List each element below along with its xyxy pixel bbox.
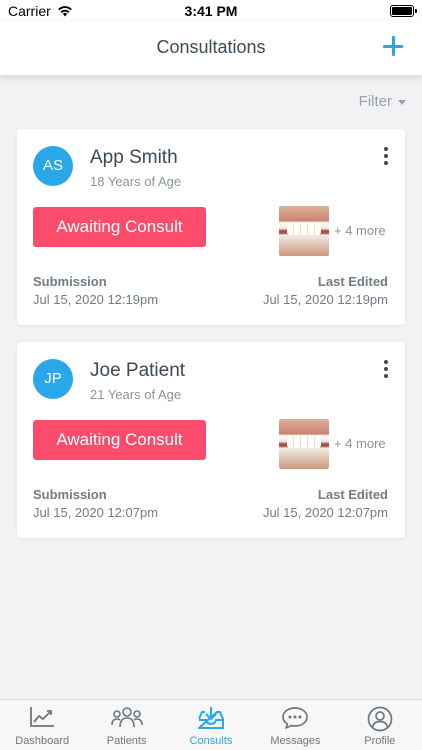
status-badge[interactable]: Awaiting Consult [33, 207, 206, 247]
patient-name: Joe Patient [90, 360, 186, 381]
tab-label: Dashboard [15, 735, 70, 747]
submission-label: Submission [33, 274, 107, 289]
consult-card[interactable]: JP Joe Patient 21 Years of Age Awaiting … [17, 342, 405, 538]
patient-age: 21 Years of Age [90, 387, 182, 402]
tab-label: Consults [189, 735, 233, 747]
patient-age: 18 Years of Age [90, 174, 182, 189]
chart-icon [30, 707, 55, 727]
add-consultation-button[interactable] [382, 35, 404, 57]
status-badge[interactable]: Awaiting Consult [33, 420, 206, 460]
page-title: Consultations [156, 37, 266, 57]
people-icon [110, 707, 143, 728]
tab-bar: Dashboard Patients Consults Messages Pro… [0, 699, 422, 750]
patient-name: App Smith [90, 147, 178, 168]
tab-patients[interactable]: Patients [84, 700, 168, 750]
avatar: AS [33, 146, 73, 186]
tab-dashboard[interactable]: Dashboard [0, 700, 84, 750]
more-photos-label[interactable]: + 4 more [334, 436, 386, 451]
navigation-bar: Consultations [0, 22, 422, 75]
photo-thumbnail[interactable] [279, 419, 329, 469]
more-options-icon[interactable] [381, 146, 391, 166]
more-photos-label[interactable]: + 4 more [334, 223, 386, 238]
more-options-icon[interactable] [381, 359, 391, 379]
tab-messages[interactable]: Messages [253, 700, 337, 750]
submission-date: Jul 15, 2020 12:19pm [33, 292, 159, 307]
inbox-download-icon [198, 707, 225, 729]
submission-date: Jul 15, 2020 12:07pm [33, 505, 159, 520]
last-edited-date: Jul 15, 2020 12:07pm [262, 505, 388, 520]
photo-thumbnail[interactable] [279, 206, 329, 256]
tab-label: Messages [270, 735, 321, 747]
avatar: JP [33, 359, 73, 399]
last-edited-date: Jul 15, 2020 12:19pm [262, 292, 388, 307]
caret-down-icon [398, 100, 406, 105]
battery-icon [390, 5, 417, 17]
last-edited-label: Last Edited [317, 274, 388, 289]
tab-consults[interactable]: Consults [169, 700, 253, 750]
chat-icon [282, 707, 309, 729]
submission-label: Submission [33, 487, 107, 502]
tab-label: Profile [364, 735, 396, 747]
status-bar: Carrier 3:41 PM [0, 0, 422, 22]
last-edited-label: Last Edited [317, 487, 388, 502]
tab-label: Patients [106, 735, 147, 747]
filter-label: Filter [358, 93, 392, 110]
filter-button[interactable]: Filter [359, 93, 406, 110]
profile-icon [367, 706, 393, 732]
clock: 3:41 PM [184, 3, 238, 19]
consult-card[interactable]: AS App Smith 18 Years of Age Awaiting Co… [17, 129, 405, 325]
tab-profile[interactable]: Profile [338, 700, 422, 750]
